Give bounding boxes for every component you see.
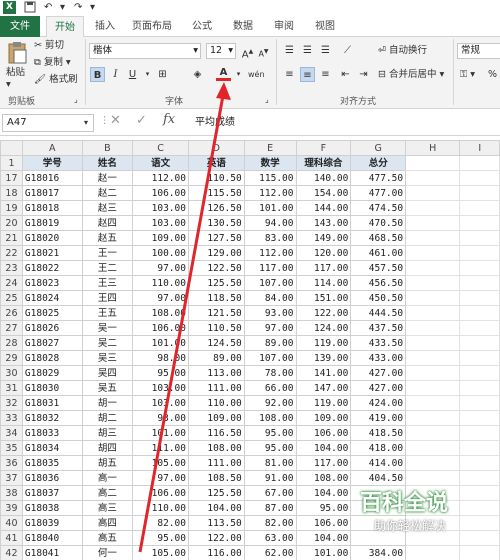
arrow-line [138,89,226,553]
watermark-logo: 百科全说 助你轻松解决 [360,485,498,545]
watermark-title: 百科全说 [360,491,449,516]
annotation-arrow [138,82,231,553]
arrow-head [216,82,231,100]
watermark-subtitle: 助你轻松解决 [374,519,447,533]
